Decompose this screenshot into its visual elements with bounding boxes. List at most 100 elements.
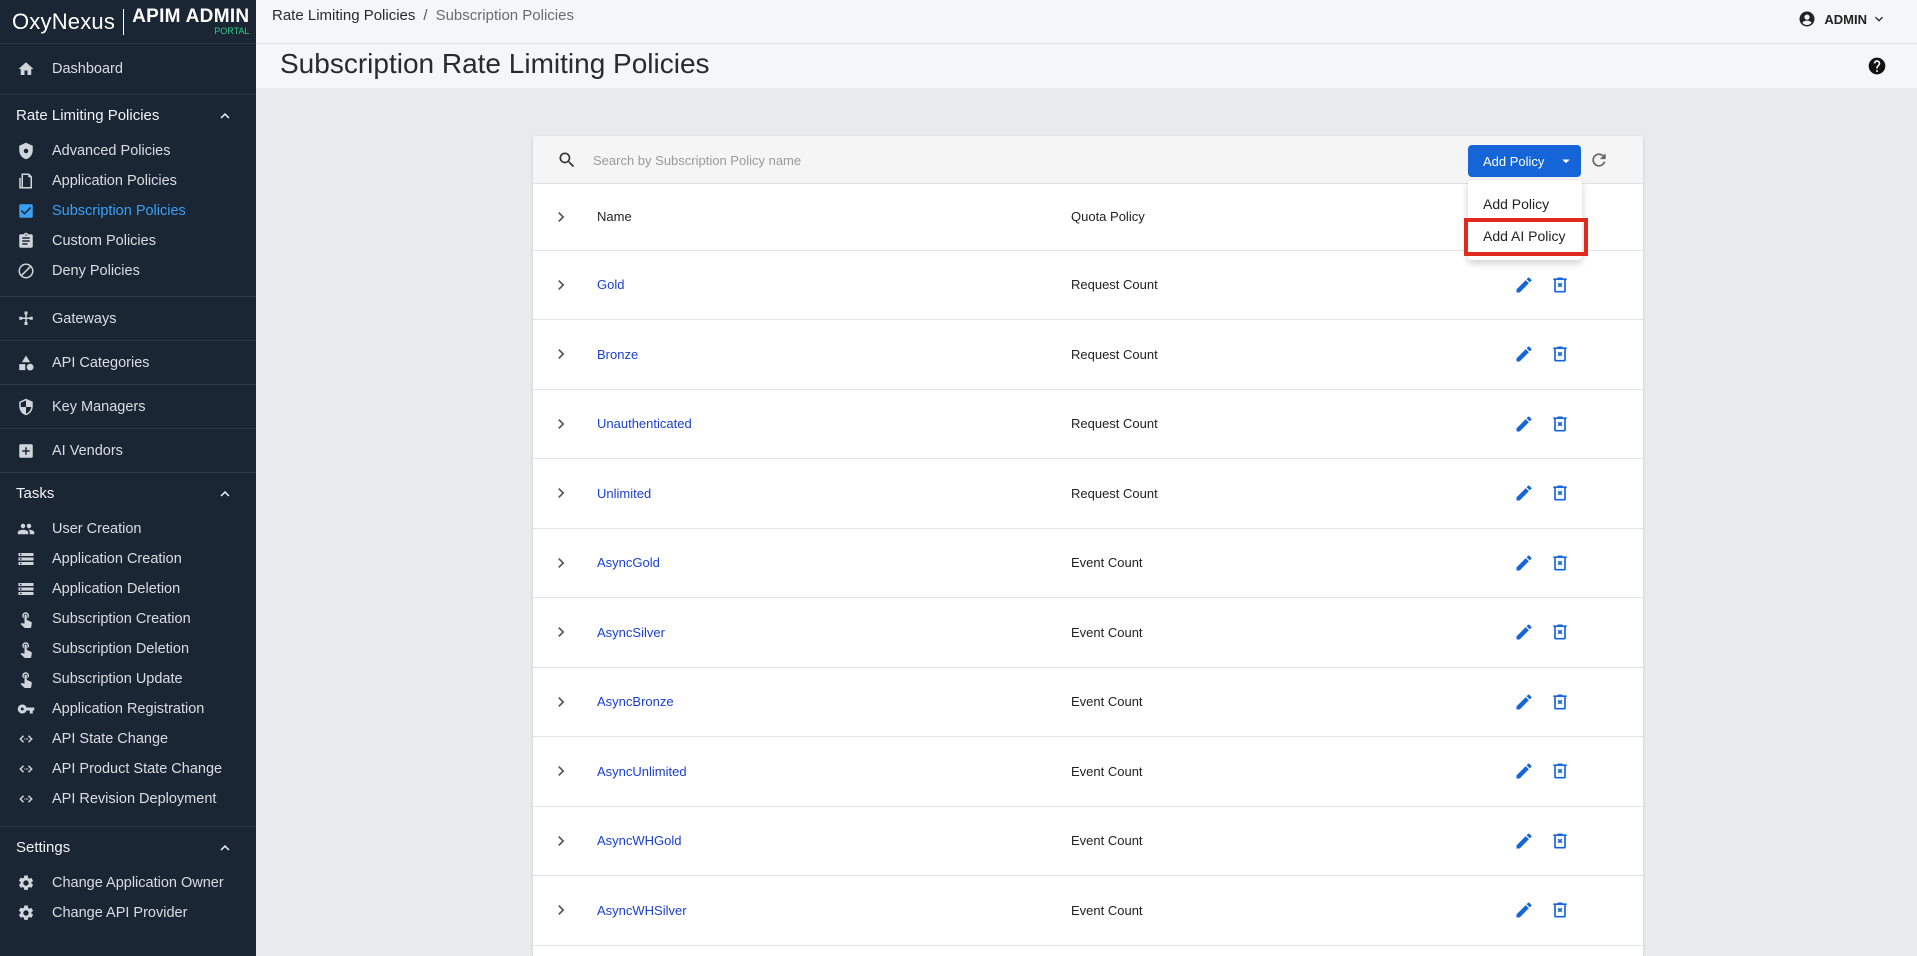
edit-icon[interactable] bbox=[1514, 483, 1534, 503]
add-box-icon bbox=[17, 442, 35, 460]
edit-icon[interactable] bbox=[1514, 831, 1534, 851]
people-icon bbox=[17, 520, 35, 538]
nav-api-product-state-change[interactable]: API Product State Change bbox=[0, 754, 256, 784]
header-quota-policy[interactable]: Quota Policy bbox=[1071, 184, 1511, 250]
row-expand[interactable] bbox=[533, 876, 597, 946]
policy-name-link[interactable]: AsyncBronze bbox=[597, 694, 674, 709]
chevron-up-icon bbox=[220, 490, 230, 497]
policy-name-link[interactable]: Unlimited bbox=[597, 486, 651, 501]
add-policy-button[interactable]: Add Policy bbox=[1468, 145, 1581, 177]
nav-custom-policies[interactable]: Custom Policies bbox=[0, 226, 256, 256]
edit-icon[interactable] bbox=[1514, 553, 1534, 573]
section-rate-limiting[interactable]: Rate Limiting Policies bbox=[0, 94, 256, 136]
row-expand[interactable] bbox=[533, 598, 597, 668]
policy-name-link[interactable]: AsyncUnlimited bbox=[597, 764, 687, 779]
breadcrumb-separator: / bbox=[423, 7, 428, 24]
delete-icon[interactable] bbox=[1550, 831, 1570, 851]
touch-icon bbox=[17, 670, 35, 688]
nav-subscription-policies[interactable]: Subscription Policies bbox=[0, 196, 256, 226]
nav-deny-policies-label: Deny Policies bbox=[52, 263, 140, 279]
header-name[interactable]: Name bbox=[597, 184, 1071, 250]
delete-icon[interactable] bbox=[1550, 275, 1570, 295]
policy-name-link[interactable]: AsyncSilver bbox=[597, 625, 665, 640]
help-icon[interactable] bbox=[1867, 56, 1887, 76]
chevron-right-icon[interactable] bbox=[551, 900, 571, 920]
breadcrumb-root[interactable]: Rate Limiting Policies bbox=[272, 7, 415, 24]
row-expand[interactable] bbox=[533, 528, 597, 598]
nav-api-revision-deployment[interactable]: API Revision Deployment bbox=[0, 784, 256, 814]
nav-subscription-creation[interactable]: Subscription Creation bbox=[0, 604, 256, 634]
chevron-right-icon[interactable] bbox=[551, 761, 571, 781]
row-expand[interactable] bbox=[533, 737, 597, 807]
delete-icon[interactable] bbox=[1550, 414, 1570, 434]
edit-icon[interactable] bbox=[1514, 344, 1534, 364]
edit-icon[interactable] bbox=[1514, 622, 1534, 642]
chevron-right-icon[interactable] bbox=[551, 692, 571, 712]
nav-ai-vendors[interactable]: AI Vendors bbox=[0, 428, 256, 472]
nav-subscription-deletion[interactable]: Subscription Deletion bbox=[0, 634, 256, 664]
user-menu[interactable]: ADMIN bbox=[1798, 10, 1887, 28]
nav-application-deletion[interactable]: Application Deletion bbox=[0, 574, 256, 604]
policy-name-link[interactable]: Gold bbox=[597, 277, 624, 292]
refresh-icon[interactable] bbox=[1589, 150, 1609, 170]
delete-icon[interactable] bbox=[1550, 900, 1570, 920]
nav-api-categories[interactable]: API Categories bbox=[0, 340, 256, 384]
search-icon bbox=[559, 152, 575, 168]
edit-icon[interactable] bbox=[1514, 275, 1534, 295]
nav-key-managers[interactable]: Key Managers bbox=[0, 384, 256, 428]
policy-name-link[interactable]: Unauthenticated bbox=[597, 416, 692, 431]
policy-name-link[interactable]: Bronze bbox=[597, 347, 638, 362]
chevron-right-icon[interactable] bbox=[551, 553, 571, 573]
delete-icon[interactable] bbox=[1550, 344, 1570, 364]
row-expand[interactable] bbox=[533, 667, 597, 737]
policy-name-link[interactable]: AsyncGold bbox=[597, 555, 660, 570]
delete-icon[interactable] bbox=[1550, 761, 1570, 781]
nav-dashboard[interactable]: Dashboard bbox=[0, 44, 256, 94]
chevron-right-icon[interactable] bbox=[551, 414, 571, 434]
delete-icon[interactable] bbox=[1550, 692, 1570, 712]
row-actions bbox=[1511, 389, 1643, 459]
chevron-right-icon[interactable] bbox=[551, 622, 571, 642]
logo[interactable]: OxyNexus APIM ADMIN PORTAL bbox=[0, 0, 256, 44]
edit-icon[interactable] bbox=[1514, 414, 1534, 434]
nav-gateways[interactable]: Gateways bbox=[0, 296, 256, 340]
row-expand[interactable] bbox=[533, 806, 597, 876]
row-expand[interactable] bbox=[533, 320, 597, 390]
edit-icon[interactable] bbox=[1514, 761, 1534, 781]
nav-application-creation[interactable]: Application Creation bbox=[0, 544, 256, 574]
delete-icon[interactable] bbox=[1550, 483, 1570, 503]
nav-application-registration[interactable]: Application Registration bbox=[0, 694, 256, 724]
menu-item-add-ai-policy[interactable]: Add AI Policy bbox=[1468, 220, 1582, 252]
search-input[interactable] bbox=[593, 146, 1193, 174]
row-name-cell: AsyncUnlimited bbox=[597, 737, 1071, 807]
row-expand[interactable] bbox=[533, 459, 597, 529]
row-expand[interactable] bbox=[533, 389, 597, 459]
chevron-down-icon bbox=[1875, 16, 1883, 22]
chevron-right-icon[interactable] bbox=[551, 344, 571, 364]
delete-icon[interactable] bbox=[1550, 622, 1570, 642]
edit-icon[interactable] bbox=[1514, 900, 1534, 920]
nav-change-api-provider[interactable]: Change API Provider bbox=[0, 898, 256, 928]
edit-icon[interactable] bbox=[1514, 692, 1534, 712]
section-tasks[interactable]: Tasks bbox=[0, 472, 256, 514]
chevron-right-icon[interactable] bbox=[551, 275, 571, 295]
dropdown-arrow-icon[interactable] bbox=[1551, 152, 1581, 170]
chevron-right-icon[interactable] bbox=[551, 207, 571, 227]
nav-subscription-creation-label: Subscription Creation bbox=[52, 611, 191, 627]
nav-user-creation[interactable]: User Creation bbox=[0, 514, 256, 544]
chevron-right-icon[interactable] bbox=[551, 831, 571, 851]
nav-advanced-policies[interactable]: Advanced Policies bbox=[0, 136, 256, 166]
row-expand[interactable] bbox=[533, 250, 597, 320]
delete-icon[interactable] bbox=[1550, 553, 1570, 573]
nav-subscription-update[interactable]: Subscription Update bbox=[0, 664, 256, 694]
policy-name-link[interactable]: AsyncWHSilver bbox=[597, 903, 687, 918]
nav-change-application-owner[interactable]: Change Application Owner bbox=[0, 868, 256, 898]
row-actions bbox=[1511, 737, 1643, 807]
nav-application-policies[interactable]: Application Policies bbox=[0, 166, 256, 196]
chevron-right-icon[interactable] bbox=[551, 483, 571, 503]
nav-api-state-change[interactable]: API State Change bbox=[0, 724, 256, 754]
section-settings[interactable]: Settings bbox=[0, 826, 256, 868]
nav-deny-policies[interactable]: Deny Policies bbox=[0, 256, 256, 286]
menu-item-add-policy[interactable]: Add Policy bbox=[1468, 188, 1582, 220]
policy-name-link[interactable]: AsyncWHGold bbox=[597, 833, 682, 848]
